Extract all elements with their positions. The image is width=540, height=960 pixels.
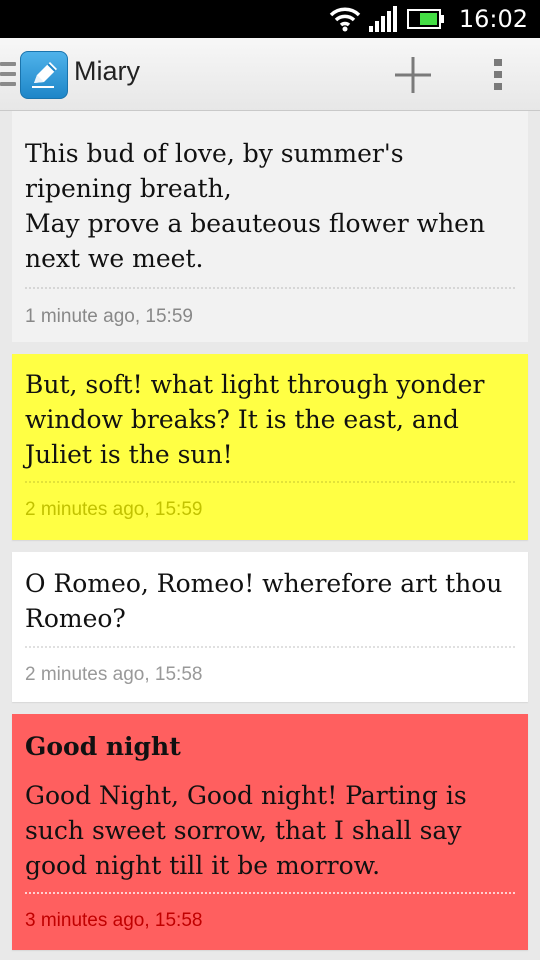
action-bar: Miary <box>0 38 540 111</box>
add-button[interactable] <box>388 52 438 98</box>
note-timestamp: 2 minutes ago, 15:59 <box>25 499 203 520</box>
note-body: But, soft! what light through yonder win… <box>25 370 485 469</box>
note-timestamp: 2 minutes ago, 15:58 <box>25 664 203 685</box>
note-timestamp: 1 minute ago, 15:59 <box>25 306 193 327</box>
wifi-icon <box>329 6 361 32</box>
note-body: Good Night, Good night! Parting is such … <box>25 781 467 880</box>
note-divider <box>25 646 515 648</box>
status-time: 16:02 <box>458 5 528 33</box>
note-card[interactable]: O Romeo, Romeo! wherefore art thou Romeo… <box>12 552 528 702</box>
notes-list: This bud of love, by summer's ripening b… <box>12 111 528 950</box>
overflow-menu-button[interactable] <box>476 52 520 98</box>
status-icons: 16:02 <box>329 0 528 38</box>
note-text: This bud of love, by summer's ripening b… <box>25 139 486 273</box>
signal-icon <box>368 6 399 32</box>
note-body: This bud of love, by summer's ripening b… <box>25 136 515 276</box>
note-divider <box>25 481 515 483</box>
app-title: Miary <box>74 56 140 86</box>
note-divider <box>25 892 515 894</box>
note-timestamp: 3 minutes ago, 15:58 <box>25 910 203 931</box>
add-icon <box>395 57 431 93</box>
overflow-menu-icon <box>494 59 502 90</box>
note-card[interactable]: This bud of love, by summer's ripening b… <box>12 111 528 342</box>
note-body: O Romeo, Romeo! wherefore art thou Romeo… <box>25 569 503 633</box>
drawer-icon[interactable] <box>0 62 16 86</box>
note-divider <box>25 287 515 289</box>
note-card[interactable]: But, soft! what light through yonder win… <box>12 354 528 540</box>
status-bar: 16:02 <box>0 0 540 38</box>
note-card[interactable]: Good night Good Night, Good night! Parti… <box>12 714 528 950</box>
battery-icon <box>406 8 445 30</box>
note-title: Good night <box>25 732 181 761</box>
app-logo-pencil-icon[interactable] <box>20 51 68 99</box>
